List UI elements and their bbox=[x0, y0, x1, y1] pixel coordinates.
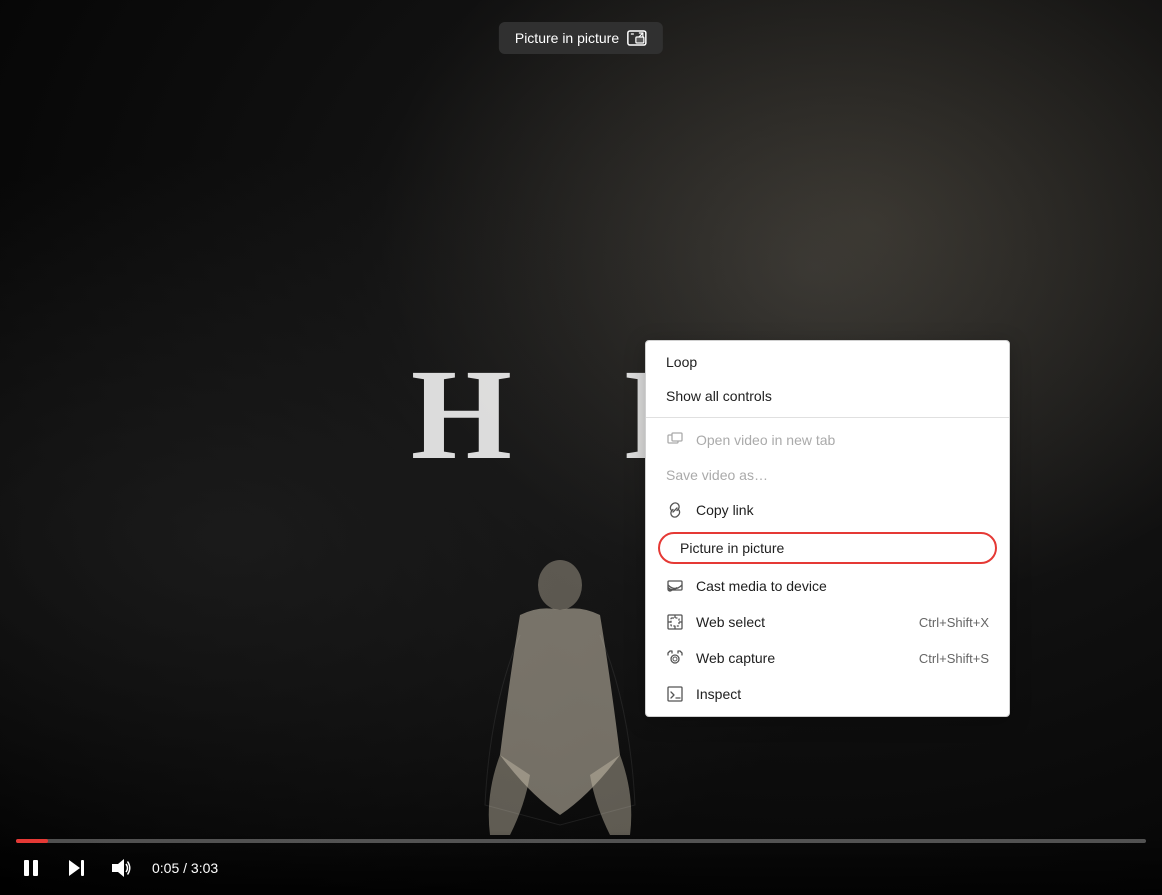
video-controls: 0:05 / 3:03 bbox=[0, 831, 1162, 895]
menu-separator-1 bbox=[646, 417, 1009, 418]
menu-item-web-capture-label: Web capture bbox=[696, 650, 775, 666]
pip-tooltip-label: Picture in picture bbox=[515, 30, 619, 46]
time-display: 0:05 / 3:03 bbox=[152, 860, 218, 876]
progress-bar[interactable] bbox=[16, 839, 1146, 843]
menu-item-open-video-label: Open video in new tab bbox=[696, 432, 835, 448]
web-capture-shortcut: Ctrl+Shift+S bbox=[919, 651, 989, 666]
context-menu: Loop Show all controls Open video in new… bbox=[645, 340, 1010, 717]
menu-item-pip-label: Picture in picture bbox=[680, 540, 784, 556]
context-menu-open-video[interactable]: Open video in new tab bbox=[646, 422, 1009, 458]
context-menu-copy-link[interactable]: Copy link bbox=[646, 492, 1009, 528]
context-menu-pip[interactable]: Picture in picture bbox=[652, 530, 1003, 566]
volume-icon bbox=[110, 857, 132, 879]
context-menu-inspect[interactable]: Inspect bbox=[646, 676, 1009, 712]
context-menu-web-select[interactable]: Web select Ctrl+Shift+X bbox=[646, 604, 1009, 640]
progress-fill bbox=[16, 839, 48, 843]
next-icon bbox=[66, 858, 86, 878]
menu-item-inspect-label: Inspect bbox=[696, 686, 741, 702]
context-menu-web-capture[interactable]: Web capture Ctrl+Shift+S bbox=[646, 640, 1009, 676]
link-icon bbox=[666, 501, 684, 519]
menu-item-save-video-label: Save video as… bbox=[666, 467, 768, 483]
web-select-shortcut: Ctrl+Shift+X bbox=[919, 615, 989, 630]
mute-button[interactable] bbox=[106, 853, 136, 883]
menu-item-loop-label: Loop bbox=[666, 354, 697, 370]
pip-tooltip: Picture in picture bbox=[499, 22, 663, 54]
cast-icon bbox=[666, 577, 684, 595]
pip-tooltip-icon bbox=[627, 30, 647, 46]
menu-item-copy-link-label: Copy link bbox=[696, 502, 754, 518]
external-link-icon bbox=[666, 431, 684, 449]
menu-item-show-controls-label: Show all controls bbox=[666, 388, 772, 404]
play-pause-button[interactable] bbox=[16, 853, 46, 883]
menu-item-cast-label: Cast media to device bbox=[696, 578, 827, 594]
menu-item-web-select-label: Web select bbox=[696, 614, 765, 630]
web-capture-icon bbox=[666, 649, 684, 667]
video-figure bbox=[480, 555, 640, 835]
context-menu-loop[interactable]: Loop bbox=[646, 345, 1009, 379]
context-menu-cast[interactable]: Cast media to device bbox=[646, 568, 1009, 604]
context-menu-save-video[interactable]: Save video as… bbox=[646, 458, 1009, 492]
next-button[interactable] bbox=[62, 854, 90, 882]
inspect-icon bbox=[666, 685, 684, 703]
pause-icon bbox=[20, 857, 42, 879]
web-select-icon bbox=[666, 613, 684, 631]
context-menu-show-controls[interactable]: Show all controls bbox=[646, 379, 1009, 413]
